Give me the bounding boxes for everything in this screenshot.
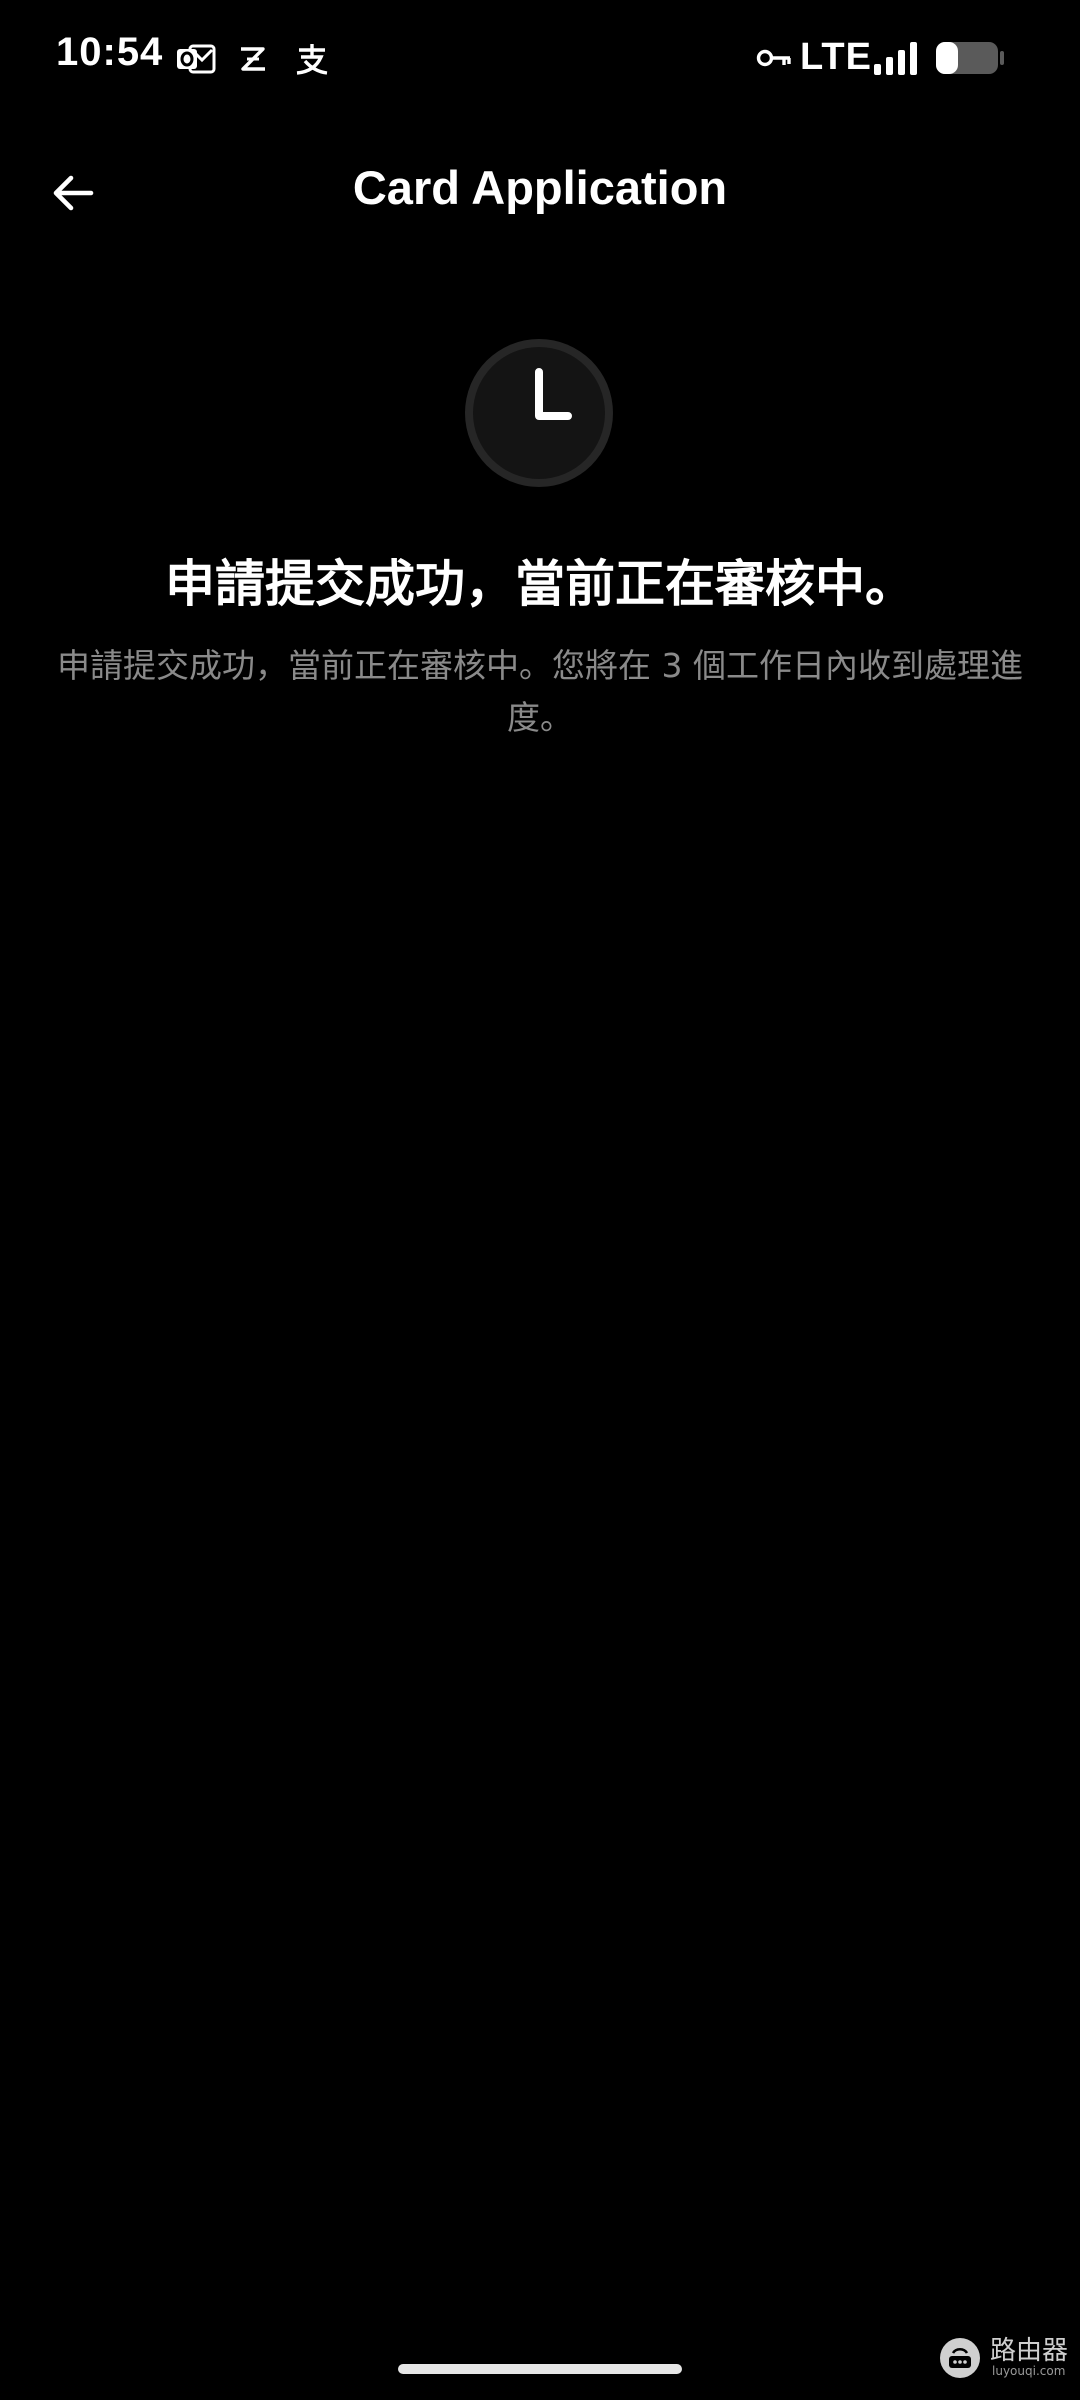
result-description: 申請提交成功，當前正在審核中。您將在 3 個工作日內收到處理進度。 bbox=[57, 646, 1023, 737]
key-icon bbox=[756, 45, 792, 71]
watermark-url: luyouqi.com bbox=[992, 2364, 1066, 2378]
alipay-icon bbox=[292, 40, 332, 78]
signal-bars-icon bbox=[872, 40, 920, 76]
clock-icon bbox=[462, 336, 616, 490]
home-indicator[interactable] bbox=[398, 2364, 682, 2374]
arrow-left-icon bbox=[49, 169, 97, 221]
outlook-icon bbox=[176, 40, 216, 78]
network-type: LTE bbox=[800, 36, 872, 78]
result-heading: 申請提交成功，當前正在審核中。 bbox=[165, 555, 915, 613]
page-title: Card Application bbox=[352, 161, 728, 214]
status-bar: 10:54 LTE bbox=[0, 0, 1080, 118]
back-button[interactable] bbox=[36, 158, 110, 232]
battery-icon bbox=[934, 40, 1006, 76]
router-logo-icon bbox=[938, 2336, 982, 2380]
watermark: 路由器 luyouqi.com bbox=[938, 2330, 1068, 2390]
watermark-text: 路由器 bbox=[990, 2336, 1069, 2366]
zhihu-icon bbox=[236, 40, 270, 78]
app-bar: Card Application bbox=[0, 118, 1080, 268]
status-time: 10:54 bbox=[56, 30, 164, 74]
